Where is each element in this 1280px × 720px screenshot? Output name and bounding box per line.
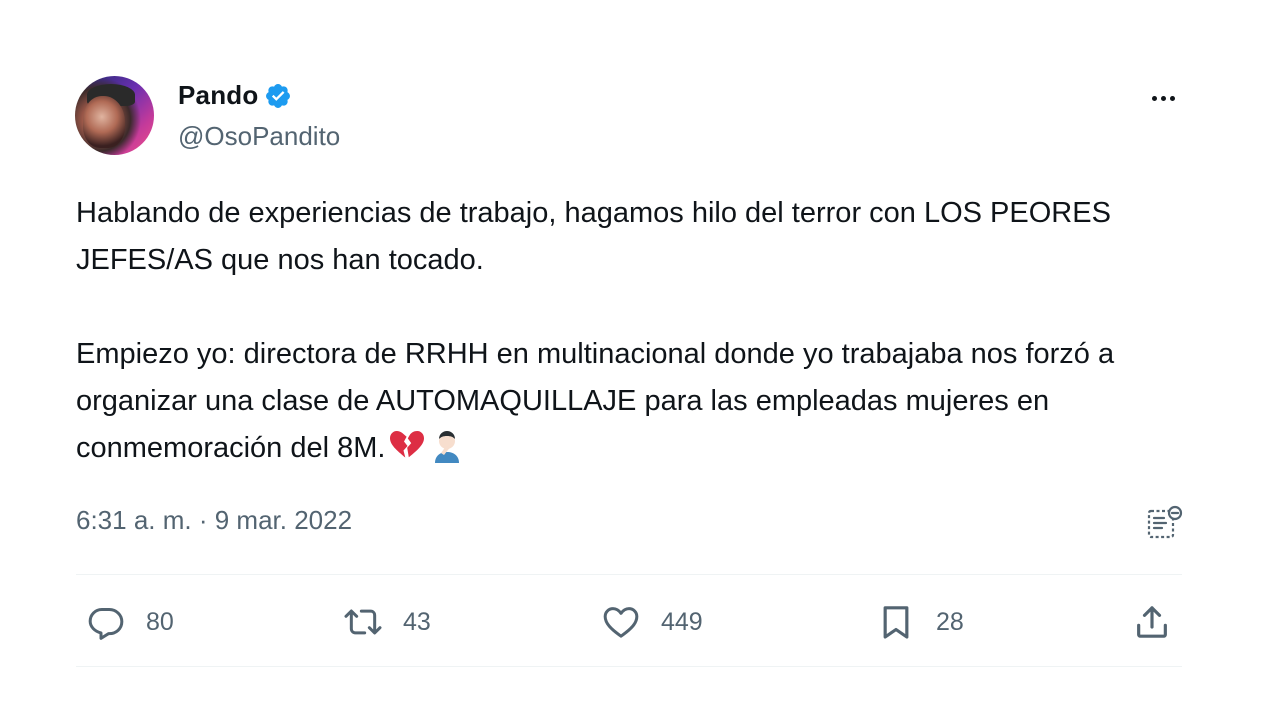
reply-icon	[88, 608, 124, 640]
more-options-button[interactable]	[1146, 84, 1180, 112]
view-analytics-icon[interactable]	[1145, 503, 1185, 543]
retweet-button[interactable]: 43	[343, 600, 431, 644]
tweet-body: Hablando de experiencias de trabajo, hag…	[76, 190, 1196, 472]
heart-icon	[603, 607, 639, 638]
author-display-name[interactable]: Pando	[178, 80, 258, 111]
broken-heart-icon	[390, 431, 425, 458]
share-button[interactable]	[1132, 600, 1172, 644]
more-dot	[1160, 95, 1166, 101]
avatar[interactable]	[75, 76, 154, 155]
man-facepalming-icon	[435, 431, 460, 463]
share-icon	[1137, 606, 1167, 638]
like-count: 449	[661, 607, 703, 636]
bookmark-count: 28	[936, 607, 964, 636]
reply-button[interactable]: 80	[86, 600, 174, 644]
divider-bottom	[76, 666, 1182, 667]
divider-top	[76, 574, 1182, 575]
verified-badge-icon	[266, 83, 291, 108]
tweet-timestamp[interactable]: 6:31 a. m. · 9 mar. 2022	[76, 505, 352, 536]
bookmark-button[interactable]: 28	[876, 600, 964, 644]
more-horizontal-icon	[1151, 95, 1157, 101]
retweet-count: 43	[403, 607, 431, 636]
author-name-row: Pando	[178, 80, 292, 111]
tweet-text: Hablando de experiencias de trabajo, hag…	[76, 197, 1115, 464]
avatar-face	[83, 96, 125, 148]
author-handle[interactable]: @OsoPandito	[178, 121, 340, 152]
more-dot	[1169, 95, 1175, 101]
like-button[interactable]: 449	[601, 600, 703, 644]
retweet-icon	[344, 609, 382, 635]
reply-count: 80	[146, 607, 174, 636]
bookmark-icon	[883, 606, 909, 639]
